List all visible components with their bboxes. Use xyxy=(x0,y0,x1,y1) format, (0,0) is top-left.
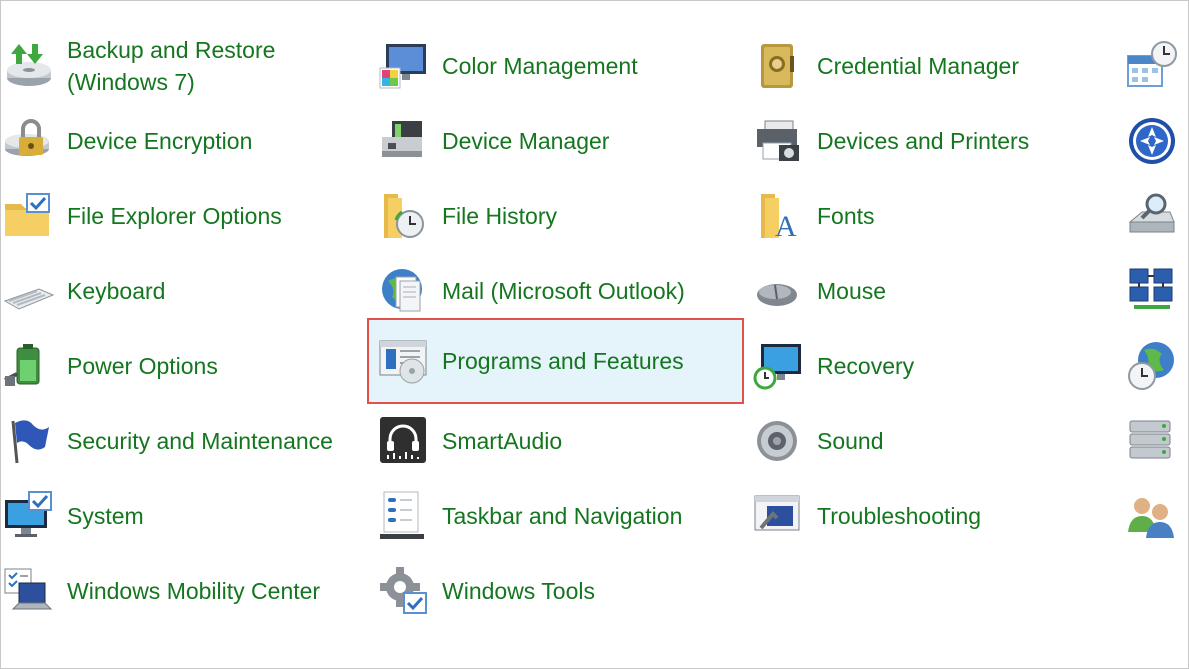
windows-tools-icon xyxy=(380,566,427,614)
item-network-and-sharing[interactable] xyxy=(1126,253,1188,328)
region-icon xyxy=(1128,341,1174,390)
item-label: Power Options xyxy=(67,352,218,379)
item-label: Troubleshooting xyxy=(817,502,982,529)
item-user-accounts[interactable] xyxy=(1126,478,1188,553)
item-label: Credential Manager xyxy=(817,52,1020,79)
smartaudio-icon xyxy=(380,416,426,463)
item-file-history[interactable]: File History xyxy=(378,178,738,253)
mail-icon xyxy=(382,268,422,311)
mouse-icon xyxy=(757,283,797,306)
indexing-options-icon xyxy=(1128,193,1175,232)
item-system[interactable]: System xyxy=(3,478,363,553)
keyboard-icon xyxy=(3,287,55,310)
item-region[interactable] xyxy=(1126,328,1188,403)
item-label: Color Management xyxy=(442,52,638,79)
item-ease-of-access[interactable] xyxy=(1126,103,1188,178)
color-management-icon xyxy=(379,43,426,88)
network-sharing-icon xyxy=(1129,268,1173,309)
security-maintenance-icon xyxy=(11,419,49,463)
item-device-encryption[interactable]: Device Encryption xyxy=(3,103,363,178)
item-recovery[interactable]: Recovery xyxy=(753,328,1113,403)
device-encryption-icon xyxy=(5,118,49,156)
item-label: File Explorer Options xyxy=(67,202,282,229)
file-explorer-options-icon xyxy=(5,192,50,236)
power-options-icon xyxy=(4,343,40,386)
user-accounts-icon xyxy=(1128,497,1174,538)
item-label: Windows Tools xyxy=(442,577,595,604)
item-color-management[interactable]: Color Management xyxy=(378,28,738,103)
item-programs-and-features[interactable]: Programs and Features xyxy=(367,318,744,404)
item-label: Sound xyxy=(817,427,884,454)
item-device-manager[interactable]: Device Manager xyxy=(378,103,738,178)
backup-restore-icon xyxy=(7,43,51,86)
item-label: Taskbar and Navigation xyxy=(442,502,683,529)
item-mail[interactable]: Mail (Microsoft Outlook) xyxy=(378,253,738,328)
item-label: Programs and Features xyxy=(442,348,684,374)
item-troubleshooting[interactable]: Troubleshooting xyxy=(753,478,1113,553)
item-label: Backup and Restore (Windows 7) xyxy=(67,36,276,95)
item-devices-and-printers[interactable]: Devices and Printers xyxy=(753,103,1113,178)
item-label: Device Encryption xyxy=(67,127,253,154)
date-time-icon xyxy=(1127,40,1177,87)
troubleshooting-icon xyxy=(754,495,800,530)
taskbar-navigation-icon xyxy=(380,491,424,539)
devices-printers-icon xyxy=(757,120,799,161)
item-power-options[interactable]: Power Options xyxy=(3,328,363,403)
item-windows-mobility-center[interactable]: Windows Mobility Center xyxy=(3,553,363,628)
item-storage-spaces[interactable] xyxy=(1126,403,1188,478)
item-smartaudio[interactable]: SmartAudio xyxy=(378,403,738,478)
item-label: Mail (Microsoft Outlook) xyxy=(442,277,685,304)
item-label: Windows Mobility Center xyxy=(67,577,321,604)
item-label: Fonts xyxy=(817,202,875,229)
item-file-explorer-options[interactable]: File Explorer Options xyxy=(3,178,363,253)
item-label: Devices and Printers xyxy=(817,127,1030,154)
item-label: Mouse xyxy=(817,277,887,304)
item-label: Security and Maintenance xyxy=(67,427,333,454)
item-windows-tools[interactable]: Windows Tools xyxy=(378,553,738,628)
svg-text:A: A xyxy=(775,210,797,242)
system-icon xyxy=(5,490,52,537)
item-backup-and-restore[interactable]: Backup and Restore (Windows 7) xyxy=(3,28,363,103)
item-label: Keyboard xyxy=(67,277,166,304)
item-date-and-time[interactable] xyxy=(1126,28,1188,103)
item-sound[interactable]: Sound xyxy=(753,403,1113,478)
credential-manager-icon xyxy=(761,43,794,88)
recovery-icon xyxy=(753,343,801,389)
windows-mobility-center-icon xyxy=(4,568,53,609)
storage-spaces-icon xyxy=(1129,420,1171,458)
ease-of-access-icon xyxy=(1129,117,1175,164)
item-fonts[interactable]: A Fonts xyxy=(753,178,1113,253)
fonts-icon: A xyxy=(761,193,797,242)
item-label: System xyxy=(67,502,144,529)
file-history-icon xyxy=(384,193,424,238)
item-indexing-options[interactable] xyxy=(1126,178,1188,253)
item-credential-manager[interactable]: Credential Manager xyxy=(753,28,1113,103)
item-security-and-maintenance[interactable]: Security and Maintenance xyxy=(3,403,363,478)
item-mouse[interactable]: Mouse xyxy=(753,253,1113,328)
item-keyboard[interactable]: Keyboard xyxy=(3,253,363,328)
item-label: Device Manager xyxy=(442,127,610,154)
programs-features-icon xyxy=(379,340,427,384)
item-label: File History xyxy=(442,202,558,229)
item-label: SmartAudio xyxy=(442,427,563,454)
sound-icon xyxy=(757,420,797,461)
device-manager-icon xyxy=(382,120,422,157)
item-taskbar-and-navigation[interactable]: Taskbar and Navigation xyxy=(378,478,738,553)
item-label: Recovery xyxy=(817,352,915,379)
